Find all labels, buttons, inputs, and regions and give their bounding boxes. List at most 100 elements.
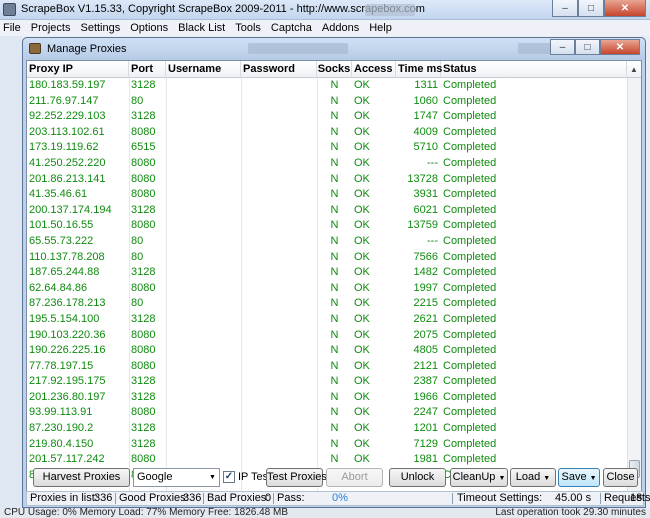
- cell-status: Completed: [443, 219, 497, 232]
- cell-access: OK: [354, 125, 370, 138]
- menu-addons[interactable]: Addons: [322, 22, 359, 34]
- abort-button[interactable]: Abort: [326, 468, 383, 487]
- table-row[interactable]: 110.137.78.208 80 N OK 7566 Completed: [27, 250, 627, 266]
- cell-port: 8080: [131, 359, 156, 372]
- column-header-status[interactable]: Status: [441, 61, 627, 78]
- cell-password: [241, 390, 317, 406]
- menu-tools[interactable]: Tools: [235, 22, 261, 34]
- ip-test-checkbox[interactable]: ✓: [223, 471, 235, 483]
- cell-status: Completed: [443, 297, 497, 310]
- cell-proxy-ip: 201.86.213.141: [29, 172, 106, 185]
- cell-proxy-ip: 101.50.16.55: [29, 219, 94, 232]
- table-row[interactable]: 190.103.220.36 8080 N OK 2075 Completed: [27, 328, 627, 344]
- proxies-in-list-count: 336: [94, 492, 113, 504]
- table-row[interactable]: 203.113.102.61 8080 N OK 4009 Completed: [27, 125, 627, 141]
- save-button[interactable]: Save ▼: [558, 468, 600, 487]
- column-header-username[interactable]: Username: [166, 61, 241, 78]
- cell-status: Completed: [443, 328, 497, 341]
- app-statusbar: CPU Usage: 0% Memory Load: 77% Memory Fr…: [0, 508, 650, 518]
- load-button-label: Load: [515, 471, 541, 483]
- harvest-proxies-button[interactable]: Harvest Proxies: [33, 468, 130, 487]
- table-row[interactable]: 195.5.154.100 3128 N OK 2621 Completed: [27, 312, 627, 328]
- cell-access: OK: [354, 437, 370, 450]
- menu-projects[interactable]: Projects: [31, 22, 71, 34]
- table-row[interactable]: 92.252.229.103 3128 N OK 1747 Completed: [27, 109, 627, 125]
- proxy-table[interactable]: Proxy IP Port Username Password Socks Ac…: [26, 60, 642, 497]
- menu-options[interactable]: Options: [130, 22, 168, 34]
- scroll-up-arrow-icon[interactable]: ▲: [630, 65, 638, 74]
- close-button[interactable]: Close: [603, 468, 638, 487]
- dialog-close-button[interactable]: ✕: [600, 39, 640, 55]
- menu-captcha[interactable]: Captcha: [271, 22, 312, 34]
- table-row[interactable]: 41.250.252.220 8080 N OK --- Completed: [27, 156, 627, 172]
- cell-status: Completed: [443, 344, 497, 357]
- chevron-down-icon: ▼: [589, 475, 597, 482]
- engine-select[interactable]: Google ▼: [133, 468, 220, 487]
- table-row[interactable]: 190.226.225.16 8080 N OK 4805 Completed: [27, 343, 627, 359]
- table-row[interactable]: 219.80.4.150 3128 N OK 7129 Completed: [27, 437, 627, 453]
- table-row[interactable]: 41.35.46.61 8080 N OK 3931 Completed: [27, 187, 627, 203]
- app-status-resources: CPU Usage: 0% Memory Load: 77% Memory Fr…: [4, 508, 289, 518]
- menu-file[interactable]: File: [3, 22, 21, 34]
- cleanup-button[interactable]: CleanUp ▼: [450, 468, 508, 487]
- table-vertical-scrollbar[interactable]: ▲: [627, 65, 641, 496]
- cell-access: OK: [354, 406, 370, 419]
- cell-proxy-ip: 41.250.252.220: [29, 156, 106, 169]
- cell-time-ms: 7129: [413, 437, 438, 450]
- cell-proxy-ip: 195.5.154.100: [29, 312, 100, 325]
- unlock-button[interactable]: Unlock: [389, 468, 446, 487]
- ip-test-option[interactable]: ✓ IP Test: [223, 471, 271, 483]
- table-row[interactable]: 211.76.97.147 80 N OK 1060 Completed: [27, 94, 627, 110]
- cell-socks: N: [330, 94, 339, 107]
- menu-black-list[interactable]: Black List: [178, 22, 225, 34]
- cell-socks: N: [330, 297, 339, 310]
- table-row[interactable]: 187.65.244.88 3128 N OK 1482 Completed: [27, 265, 627, 281]
- pass-label: Pass:: [277, 492, 305, 504]
- table-row[interactable]: 101.50.16.55 8080 N OK 13759 Completed: [27, 218, 627, 234]
- table-row[interactable]: 217.92.195.175 3128 N OK 2387 Completed: [27, 374, 627, 390]
- table-row[interactable]: 200.137.174.194 3128 N OK 6021 Completed: [27, 203, 627, 219]
- dialog-title: Manage Proxies: [47, 43, 127, 55]
- cell-time-ms: 2621: [413, 312, 438, 325]
- load-button[interactable]: Load ▼: [510, 468, 556, 487]
- cell-password: [241, 437, 317, 453]
- column-header-access[interactable]: Access: [352, 61, 396, 78]
- column-header-port[interactable]: Port: [129, 61, 166, 78]
- table-row[interactable]: 77.78.197.15 8080 N OK 2121 Completed: [27, 359, 627, 375]
- column-header-time-ms[interactable]: Time ms: [396, 61, 442, 78]
- menu-help[interactable]: Help: [369, 22, 392, 34]
- cell-username: [166, 328, 241, 344]
- table-row[interactable]: 180.183.59.197 3128 N OK 1311 Completed: [27, 78, 627, 94]
- column-header-socks[interactable]: Socks: [317, 61, 352, 78]
- table-row[interactable]: 87.236.178.213 80 N OK 2215 Completed: [27, 296, 627, 312]
- table-row[interactable]: 87.230.190.2 3128 N OK 1201 Completed: [27, 421, 627, 437]
- app-window-controls: – □ ✕: [552, 0, 646, 17]
- cell-password: [241, 296, 317, 312]
- cell-username: [166, 437, 241, 453]
- cell-status: Completed: [443, 94, 497, 107]
- app-menubar: File Projects Settings Options Black Lis…: [0, 20, 650, 36]
- column-header-password[interactable]: Password: [241, 61, 317, 78]
- cell-access: OK: [354, 250, 370, 263]
- app-maximize-button[interactable]: □: [578, 0, 604, 17]
- column-header-proxy-ip[interactable]: Proxy IP: [27, 61, 129, 78]
- cell-socks: N: [330, 172, 339, 185]
- dialog-titlebar[interactable]: Manage Proxies – □ ✕: [23, 38, 645, 60]
- table-row[interactable]: 65.55.73.222 80 N OK --- Completed: [27, 234, 627, 250]
- cell-username: [166, 125, 241, 141]
- dialog-maximize-button[interactable]: □: [575, 39, 600, 55]
- cell-proxy-ip: 219.80.4.150: [29, 437, 94, 450]
- table-row[interactable]: 62.64.84.86 8080 N OK 1997 Completed: [27, 281, 627, 297]
- proxies-in-list-label: Proxies in list:: [30, 492, 98, 504]
- status-separator: [115, 493, 116, 504]
- table-row[interactable]: 173.19.119.62 6515 N OK 5710 Completed: [27, 140, 627, 156]
- app-minimize-button[interactable]: –: [552, 0, 578, 17]
- table-row[interactable]: 201.236.80.197 3128 N OK 1966 Completed: [27, 390, 627, 406]
- table-row[interactable]: 93.99.113.91 8080 N OK 2247 Completed: [27, 405, 627, 421]
- cell-port: 8080: [131, 344, 156, 357]
- menu-settings[interactable]: Settings: [80, 22, 120, 34]
- test-proxies-button[interactable]: Test Proxies: [266, 468, 327, 487]
- app-close-button[interactable]: ✕: [604, 0, 646, 17]
- table-row[interactable]: 201.86.213.141 8080 N OK 13728 Completed: [27, 172, 627, 188]
- dialog-minimize-button[interactable]: –: [550, 39, 575, 55]
